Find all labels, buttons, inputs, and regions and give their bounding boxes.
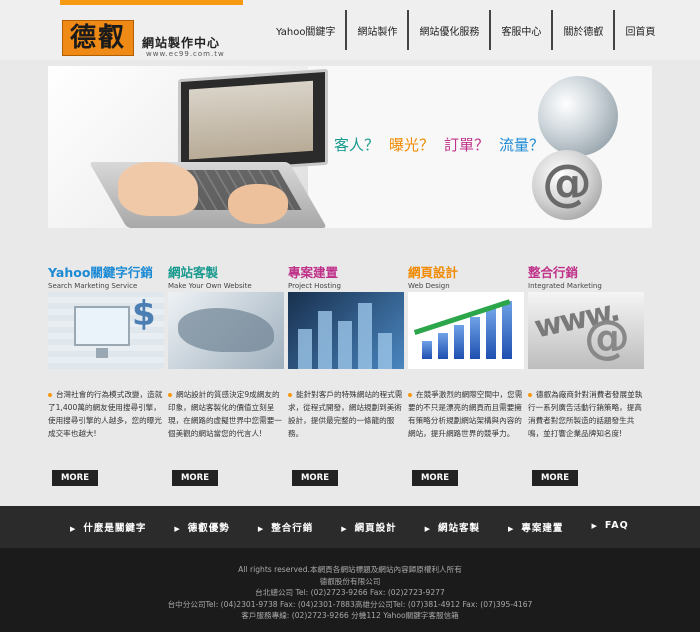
service-image: $	[48, 292, 164, 369]
service-subtitle: Search Marketing Service	[48, 282, 138, 290]
service-subtitle: Project Hosting	[288, 282, 341, 290]
triangle-right-icon: ▶	[341, 525, 348, 533]
triangle-right-icon: ▶	[257, 525, 265, 533]
service-subtitle: Web Design	[408, 282, 450, 290]
laptop-image	[48, 66, 328, 228]
footer-link-faq[interactable]: ▶ FAQ	[591, 520, 628, 534]
more-button[interactable]: MORE	[532, 470, 578, 486]
service-image	[408, 292, 524, 369]
footer: All rights reserved.本網頁各網站標題及網站內容歸原權利人所有…	[0, 548, 700, 632]
logo[interactable]: 德叡 網站製作中心 www.ec99.com.tw	[62, 20, 225, 60]
header: 德叡 網站製作中心 www.ec99.com.tw Yahoo關鍵字 網站製作 …	[0, 0, 700, 60]
footer-link-custom-website[interactable]: ▶ 網站客製	[425, 520, 480, 534]
footer-service-hotline: 客戶服務專線: (02)2723-9266 分機112 Yahoo關鍵字客服信箱	[241, 611, 459, 621]
service-custom-website: 網站客製 Make Your Own Website 網站設計的質感決定9成網友…	[168, 262, 284, 492]
nav-item-website-production[interactable]: 網站製作	[345, 10, 407, 50]
footer-company: 德叡股份有限公司	[319, 576, 381, 586]
tagline-exposure: 曝光？	[389, 136, 435, 154]
service-yahoo-keyword: Yahoo關鍵字行銷 Search Marketing Service $ 台灣…	[48, 262, 164, 492]
service-description: 網站設計的質感決定9成網友的印象，網站客製化的價值立刻呈現，在網路的虛擬世界中您…	[168, 388, 284, 440]
more-button[interactable]: MORE	[52, 470, 98, 486]
nav-item-seo-service[interactable]: 網站優化服務	[407, 10, 489, 50]
triangle-right-icon: ▶	[424, 525, 432, 533]
more-button[interactable]: MORE	[172, 470, 218, 486]
logo-name: 網站製作中心	[142, 36, 221, 50]
footer-link-advantages[interactable]: ▶ 德叡優勢	[174, 520, 229, 534]
service-title: Yahoo關鍵字行銷	[48, 265, 153, 280]
more-button[interactable]: MORE	[292, 470, 338, 486]
logo-url: www.ec99.com.tw	[146, 50, 225, 58]
footer-branch-contact: 台中分公司Tel: (04)2301-9738 Fax: (04)2301-78…	[167, 599, 533, 609]
service-title: 網頁設計	[408, 265, 459, 280]
service-description: 台灣社會的行為模式改變，造就了1,400萬的網友使用搜尋引擎，使用搜尋引擎的人越…	[48, 390, 163, 438]
services-section: Yahoo關鍵字行銷 Search Marketing Service $ 台灣…	[44, 262, 664, 492]
at-sign-icon: @	[532, 150, 602, 220]
footer-link-integrated-marketing[interactable]: ▶ 整合行銷	[258, 520, 313, 534]
service-title: 整合行銷	[528, 265, 579, 280]
tagline-traffic: 流量？	[499, 136, 545, 154]
header-accent-bar	[60, 0, 243, 5]
service-image	[168, 292, 284, 369]
footer-link-project-hosting[interactable]: ▶ 專案建置	[508, 520, 563, 534]
service-subtitle: Integrated Marketing	[528, 282, 602, 290]
service-project-hosting: 專案建置 Project Hosting 能針對客戶的特殊網站的程式需求，從程式…	[288, 262, 404, 492]
footer-link-web-design[interactable]: ▶ 網頁設計	[341, 520, 396, 534]
footer-nav: ▶ 什麼是關鍵字 ▶ 德叡優勢 ▶ 整合行銷 ▶ 網頁設計 ▶ 網站客製 ▶ 專案建置 ▶ F…	[0, 506, 700, 548]
service-subtitle: Make Your Own Website	[168, 282, 252, 290]
footer-copyright: All rights reserved.本網頁各網站標題及網站內容歸原權利人所有	[238, 565, 462, 574]
triangle-right-icon: ▶	[508, 525, 515, 533]
tagline-orders: 訂單？	[444, 136, 490, 154]
triangle-right-icon: ▶	[591, 522, 598, 530]
triangle-right-icon: ▶	[70, 525, 77, 533]
nav-item-customer-service[interactable]: 客服中心	[489, 10, 551, 50]
nav-item-about[interactable]: 關於德叡	[551, 10, 613, 50]
triangle-right-icon: ▶	[174, 525, 181, 533]
service-description: 能針對客戶的特殊網站的程式需求，從程式開發，網站規劃到美術設計，提供最完整的一條…	[288, 390, 403, 438]
logo-mark: 德叡	[62, 20, 134, 56]
tagline-customers: 客人？	[334, 136, 380, 154]
service-image: www. @	[528, 292, 644, 369]
service-description: 德叡為廠商針對消費者發展並執行一系列廣告活動行銷策略，提高消費者對您所製造的話題…	[528, 390, 643, 438]
service-description: 在競爭激烈的網際空間中，您需要的不只是漂亮的網頁而且需要擁有策略分析規劃網站架構…	[408, 390, 523, 438]
service-integrated-marketing: 整合行銷 Integrated Marketing www. @ 德叡為廠商針對消…	[528, 262, 644, 492]
service-web-design: 網頁設計 Web Design 在競爭激烈的網際空間中，您需要的不只是漂亮的網頁…	[408, 262, 524, 492]
nav-item-yahoo-keyword[interactable]: Yahoo關鍵字	[266, 10, 345, 50]
service-title: 專案建置	[288, 265, 339, 280]
banner-tagline: 客人？ 曝光？ 訂單？ 流量？	[334, 134, 544, 155]
more-button[interactable]: MORE	[412, 470, 458, 486]
service-title: 網站客製	[168, 265, 219, 280]
globe-icon	[538, 76, 618, 156]
hero-banner: 客人？ 曝光？ 訂單？ 流量？ @	[48, 66, 652, 228]
service-image	[288, 292, 404, 369]
footer-taipei-contact: 台北總公司 Tel: (02)2723-9266 Fax: (02)2723-9…	[255, 588, 445, 598]
nav-item-home[interactable]: 回首頁	[613, 10, 665, 50]
main-nav: Yahoo關鍵字 網站製作 網站優化服務 客服中心 關於德叡 回首頁	[266, 10, 665, 50]
footer-link-keyword[interactable]: ▶ 什麼是關鍵字	[70, 520, 146, 534]
